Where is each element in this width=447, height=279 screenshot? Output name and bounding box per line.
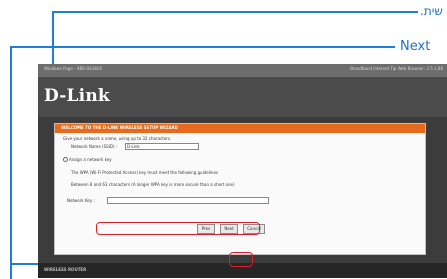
- assign-key-label: Assign a network key: [69, 157, 112, 162]
- footer-text: WIRELESS ROUTER: [44, 267, 87, 272]
- callout-label-top: שית.: [420, 4, 443, 18]
- next-button-highlight: [229, 252, 253, 267]
- dlink-logo: D-Link: [44, 86, 110, 106]
- assign-key-radio[interactable]: [63, 157, 68, 162]
- callout-label-next: Next: [400, 39, 431, 54]
- window-title: Windows Page - ABR-DES605: [44, 66, 103, 71]
- network-name-field[interactable]: D-Link: [125, 143, 199, 150]
- wizard-title: WELCOME TO THE D-LINK WIRELESS SETUP WIZ…: [61, 125, 178, 130]
- key-length-note: Between 8 and 63 characters (A longer WP…: [71, 182, 235, 187]
- callout-line-next-horizontal: [10, 46, 395, 48]
- wizard-panel: WELCOME TO THE D-LINK WIRELESS SETUP WIZ…: [54, 123, 426, 255]
- callout-line-next-vertical: [10, 46, 12, 279]
- network-name-label: Network Name (SSID) :: [71, 144, 118, 149]
- window-right-info: Broadband Internet Tip Web Browser: 2.5.…: [350, 66, 443, 71]
- router-header: D-Link: [38, 77, 447, 117]
- callout-line-top-horizontal: [52, 11, 418, 13]
- network-key-highlight: [96, 222, 260, 235]
- network-name-value: D-Link: [127, 144, 140, 149]
- network-key-field[interactable]: [107, 197, 269, 204]
- wpa-guideline-note: The WPA (Wi-Fi Protected Access) key mus…: [71, 170, 219, 175]
- network-key-label: Network Key :: [67, 198, 95, 203]
- router-content: WELCOME TO THE D-LINK WIRELESS SETUP WIZ…: [38, 117, 447, 263]
- wizard-title-bar: WELCOME TO THE D-LINK WIRELESS SETUP WIZ…: [55, 124, 425, 133]
- router-screenshot: Windows Page - ABR-DES605 Broadband Inte…: [38, 64, 447, 278]
- browser-title-bar: Windows Page - ABR-DES605 Broadband Inte…: [38, 64, 447, 77]
- wizard-intro: Give your network a name, using up to 32…: [63, 136, 172, 141]
